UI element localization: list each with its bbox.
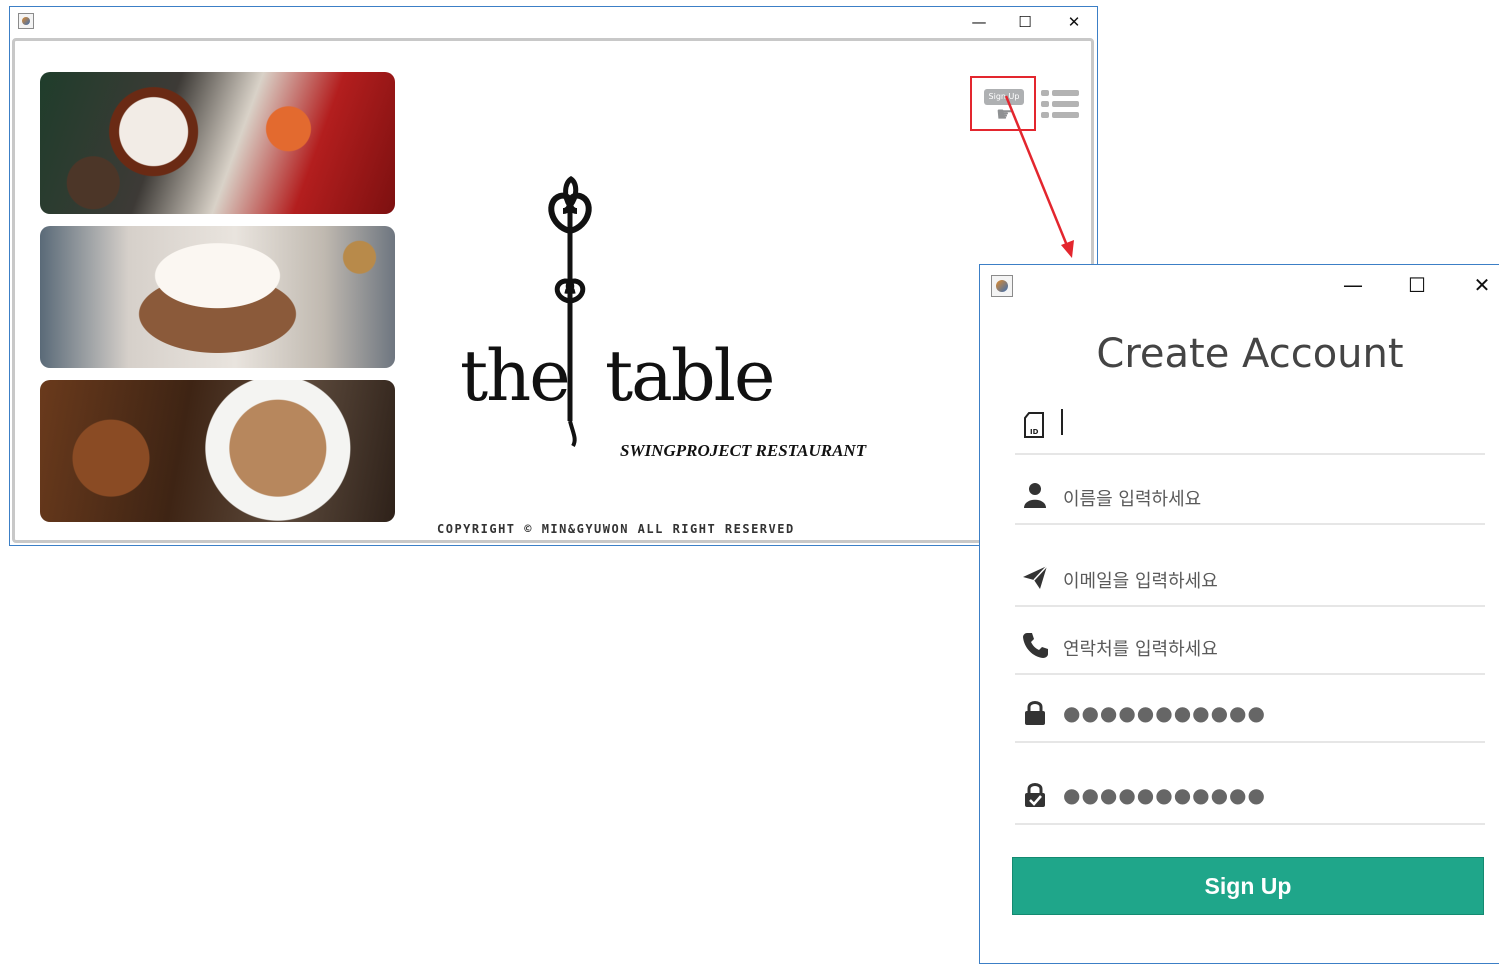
password-field-value: ●●●●●●●●●●● bbox=[1063, 701, 1266, 725]
maximize-button[interactable]: ☐ bbox=[1400, 273, 1434, 297]
text-caret bbox=[1061, 409, 1063, 435]
restaurant-logo: the table SWINGPROJECT RESTAURANT bbox=[445, 175, 905, 481]
java-app-icon bbox=[991, 275, 1013, 297]
id-card-icon: ID bbox=[1024, 412, 1044, 438]
lock-check-icon bbox=[1025, 783, 1045, 807]
confirm-password-field-value: ●●●●●●●●●●● bbox=[1063, 783, 1266, 807]
phone-field-placeholder: 연락처를 입력하세요 bbox=[1063, 639, 1218, 660]
main-titlebar: — ☐ ✕ bbox=[10, 7, 1097, 37]
logo-word-the: the bbox=[460, 335, 571, 417]
menu-list-icon[interactable] bbox=[1041, 88, 1079, 120]
logo-subtitle: SWINGPROJECT RESTAURANT bbox=[620, 441, 867, 460]
copyright-text: COPYRIGHT © MIN&GYUWON ALL RIGHT RESERVE… bbox=[437, 522, 795, 536]
password-field[interactable]: ●●●●●●●●●●● bbox=[1015, 689, 1485, 743]
close-button[interactable]: ✕ bbox=[1059, 11, 1089, 33]
hand-cursor-icon: ☛ bbox=[996, 102, 1014, 126]
minimize-button[interactable]: — bbox=[964, 11, 994, 33]
id-field[interactable]: ID bbox=[1015, 401, 1485, 455]
svg-text:ID: ID bbox=[1030, 428, 1039, 436]
close-button[interactable]: ✕ bbox=[1465, 273, 1499, 297]
email-field-placeholder: 이메일을 입력하세요 bbox=[1063, 571, 1218, 592]
name-field[interactable]: 이름을 입력하세요 bbox=[1015, 471, 1485, 525]
email-field[interactable]: 이메일을 입력하세요 bbox=[1015, 553, 1485, 607]
photo-coffee-gingerbread bbox=[40, 380, 395, 522]
paper-plane-icon bbox=[1023, 565, 1048, 589]
photo-hot-chocolate bbox=[40, 226, 395, 368]
create-account-dialog: — ☐ ✕ Create Account ID 이름을 입력하세요 이메일을 입… bbox=[979, 264, 1499, 964]
signup-launch-button[interactable]: Sign Up ☛ bbox=[970, 76, 1036, 131]
user-icon bbox=[1024, 483, 1046, 508]
name-field-placeholder: 이름을 입력하세요 bbox=[1063, 489, 1202, 510]
lock-icon bbox=[1025, 701, 1045, 725]
maximize-button[interactable]: ☐ bbox=[1010, 11, 1040, 33]
confirm-password-field[interactable]: ●●●●●●●●●●● bbox=[1015, 771, 1485, 825]
main-window: — ☐ ✕ the table SWINGPROJECT RESTAURANT … bbox=[9, 6, 1098, 546]
java-app-icon bbox=[18, 13, 34, 29]
phone-field[interactable]: 연락처를 입력하세요 bbox=[1015, 621, 1485, 675]
phone-icon bbox=[1023, 633, 1048, 658]
minimize-button[interactable]: — bbox=[1336, 273, 1370, 297]
main-content: the table SWINGPROJECT RESTAURANT Sign U… bbox=[12, 38, 1094, 543]
dialog-heading: Create Account bbox=[1096, 331, 1404, 377]
photo-tea-orange bbox=[40, 72, 395, 214]
signup-submit-button[interactable]: Sign Up bbox=[1012, 857, 1484, 915]
logo-word-table: table bbox=[605, 335, 775, 417]
